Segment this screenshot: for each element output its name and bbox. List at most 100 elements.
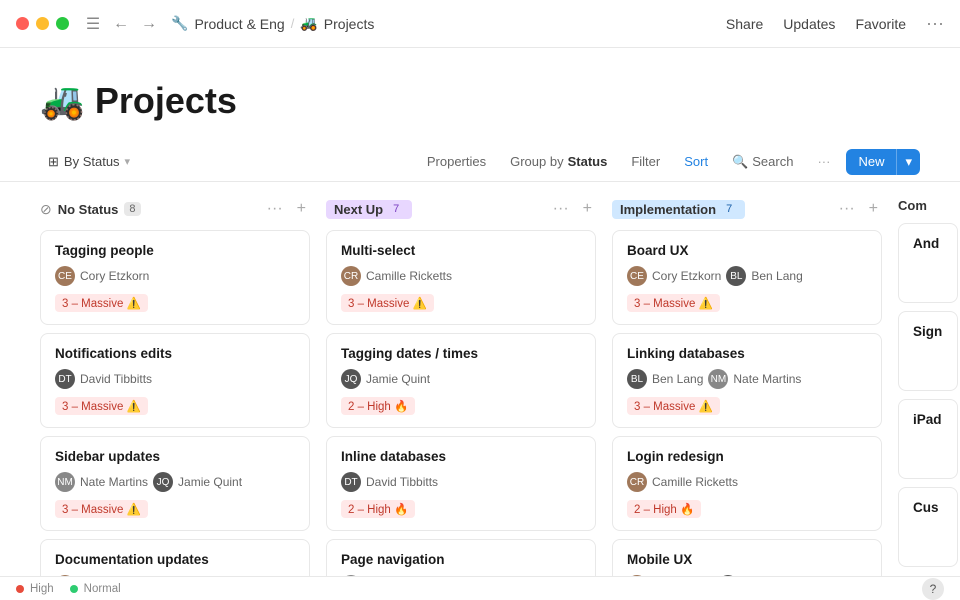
column-no-status: ⊘ No Status 8 ··· + Tagging people CE Co… <box>40 198 310 593</box>
card-login-redesign[interactable]: Login redesign CR Camille Ricketts 2 – H… <box>612 436 882 531</box>
toolbar-right: Properties Group by Status Filter Sort 🔍… <box>419 149 920 175</box>
card-partial-4[interactable]: Cus <box>898 487 958 567</box>
traffic-lights <box>16 17 69 30</box>
sort-button[interactable]: Sort <box>676 150 716 173</box>
column-more-icon-no-status[interactable]: ··· <box>263 198 287 220</box>
card-meta-board-ux: CE Cory Etzkorn BL Ben Lang <box>627 266 867 286</box>
tag-massive-notif-edits: 3 – Massive ⚠️ <box>55 397 148 415</box>
card-board-ux[interactable]: Board UX CE Cory Etzkorn BL Ben Lang 3 –… <box>612 230 882 325</box>
impl-count: 7 <box>721 202 737 216</box>
toolbar-left: ⊞ By Status ▾ <box>40 150 415 174</box>
column-more-icon-next-up[interactable]: ··· <box>549 198 573 220</box>
minimize-button[interactable] <box>36 17 49 30</box>
titlebar-actions: Share Updates Favorite ··· <box>726 13 944 34</box>
new-button-dropdown[interactable]: ▾ <box>896 149 920 175</box>
next-up-count: 7 <box>388 202 404 216</box>
new-button[interactable]: New <box>846 149 896 174</box>
assignee-david: David Tibbitts <box>80 372 152 386</box>
no-status-count: 8 <box>124 202 140 216</box>
view-label: By Status <box>64 154 120 169</box>
avatar-ben-link: BL <box>627 369 647 389</box>
column-header-actions-no-status: ··· + <box>263 198 310 220</box>
avatar-nate: NM <box>55 472 75 492</box>
search-icon: 🔍 <box>732 154 748 170</box>
column-implementation: Implementation 7 ··· + Board UX CE Cory … <box>612 198 882 593</box>
tag-high-tagging-dates: 2 – High 🔥 <box>341 397 415 415</box>
column-add-icon-no-status[interactable]: + <box>293 198 310 220</box>
favorite-button[interactable]: Favorite <box>855 16 906 32</box>
card-title-docs-updates: Documentation updates <box>55 552 295 567</box>
avatar-jamie-dates: JQ <box>341 369 361 389</box>
assignee-jamie-dates: Jamie Quint <box>366 372 430 386</box>
card-inline-databases[interactable]: Inline databases DT David Tibbitts 2 – H… <box>326 436 596 531</box>
breadcrumb-item-product[interactable]: Product & Eng <box>194 16 284 32</box>
view-selector[interactable]: ⊞ By Status ▾ <box>40 150 138 174</box>
breadcrumb-item-icon: 🚜 <box>300 15 317 32</box>
card-partial-3[interactable]: iPad <box>898 399 958 479</box>
card-meta-tagging-people: CE Cory Etzkorn <box>55 266 295 286</box>
card-title-sidebar-updates: Sidebar updates <box>55 449 295 464</box>
card-sidebar-updates[interactable]: Sidebar updates NM Nate Martins JQ Jamie… <box>40 436 310 531</box>
card-title-partial-3: iPad <box>913 412 943 427</box>
card-title-partial-2: Sign <box>913 324 943 339</box>
status-high-item: High <box>16 583 54 595</box>
normal-label: Normal <box>84 583 121 595</box>
column-title-impl: Implementation <box>620 202 716 217</box>
breadcrumb-item-tools-icon: 🔧 <box>171 15 188 32</box>
avatar-david: DT <box>55 369 75 389</box>
assignee-camille-login: Camille Ricketts <box>652 475 738 489</box>
column-title-next-up-tag: Next Up 7 <box>326 200 412 219</box>
group-by-button[interactable]: Group by Status <box>502 150 615 173</box>
avatar-camille-login: CR <box>627 472 647 492</box>
card-meta-login-redesign: CR Camille Ricketts <box>627 472 867 492</box>
close-button[interactable] <box>16 17 29 30</box>
back-icon[interactable]: ← <box>111 14 131 34</box>
card-meta-tagging-dates: JQ Jamie Quint <box>341 369 581 389</box>
more-options-icon[interactable]: ··· <box>926 13 944 34</box>
card-tagging-dates[interactable]: Tagging dates / times JQ Jamie Quint 2 –… <box>326 333 596 428</box>
sidebar-toggle-icon[interactable]: ☰ <box>83 14 103 34</box>
card-linking-databases[interactable]: Linking databases BL Ben Lang NM Nate Ma… <box>612 333 882 428</box>
updates-button[interactable]: Updates <box>783 16 835 32</box>
column-more-icon-impl[interactable]: ··· <box>835 198 859 220</box>
card-multi-select[interactable]: Multi-select CR Camille Ricketts 3 – Mas… <box>326 230 596 325</box>
properties-button[interactable]: Properties <box>419 150 494 173</box>
avatar-david-inline: DT <box>341 472 361 492</box>
avatar-cory: CE <box>55 266 75 286</box>
card-partial-1[interactable]: And <box>898 223 958 303</box>
card-title-login-redesign: Login redesign <box>627 449 867 464</box>
card-title-page-nav: Page navigation <box>341 552 581 567</box>
status-bar: High Normal ? <box>0 576 960 600</box>
column-add-icon-impl[interactable]: + <box>865 198 882 220</box>
column-header-actions-next-up: ··· + <box>549 198 596 220</box>
assignee-cory: Cory Etzkorn <box>80 269 149 283</box>
avatar-ben-board: BL <box>726 266 746 286</box>
new-button-group: New ▾ <box>846 149 920 175</box>
column-title-next-up: Next Up <box>334 202 383 217</box>
assignee-ben-board: Ben Lang <box>751 269 802 283</box>
assignee-nate-link: Nate Martins <box>733 372 801 386</box>
search-button[interactable]: 🔍 Search <box>724 150 801 174</box>
forward-icon[interactable]: → <box>139 14 159 34</box>
card-partial-2[interactable]: Sign <box>898 311 958 391</box>
help-button[interactable]: ? <box>922 578 944 600</box>
more-toolbar-icon[interactable]: ··· <box>809 150 838 173</box>
breadcrumb-item-projects[interactable]: Projects <box>324 16 375 32</box>
card-title-partial-4: Cus <box>913 500 943 515</box>
column-header-impl: Implementation 7 ··· + <box>612 198 882 220</box>
card-notifications-edits[interactable]: Notifications edits DT David Tibbitts 3 … <box>40 333 310 428</box>
column-title-impl-tag: Implementation 7 <box>612 200 745 219</box>
avatar-nate-link: NM <box>708 369 728 389</box>
tag-massive-sidebar: 3 – Massive ⚠️ <box>55 500 148 518</box>
share-button[interactable]: Share <box>726 16 763 32</box>
card-meta-sidebar-updates: NM Nate Martins JQ Jamie Quint <box>55 472 295 492</box>
card-tagging-people[interactable]: Tagging people CE Cory Etzkorn 3 – Massi… <box>40 230 310 325</box>
card-title-partial-1: And <box>913 236 943 251</box>
maximize-button[interactable] <box>56 17 69 30</box>
column-header-actions-impl: ··· + <box>835 198 882 220</box>
card-title-mobile-ux: Mobile UX <box>627 552 867 567</box>
group-by-label: Group by <box>510 154 563 169</box>
filter-button[interactable]: Filter <box>623 150 668 173</box>
column-title-completed-partial: Com <box>898 198 927 213</box>
column-add-icon-next-up[interactable]: + <box>579 198 596 220</box>
